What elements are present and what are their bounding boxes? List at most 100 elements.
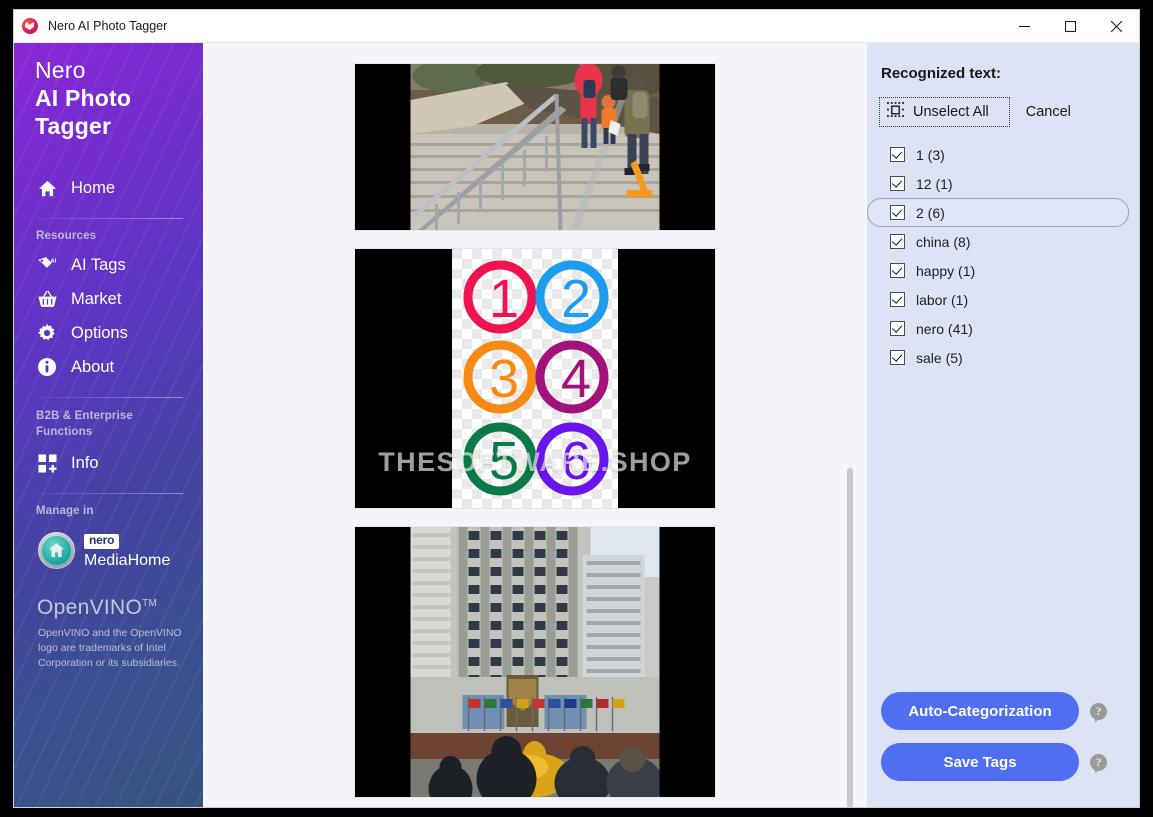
openvino-tm: TM (142, 598, 157, 609)
tag-row[interactable]: 1 (3) (867, 140, 1129, 169)
tag-checkbox[interactable] (890, 263, 905, 278)
sidebar-item-label: Options (71, 324, 128, 343)
gear-icon (36, 322, 58, 344)
content-scrollbar[interactable] (844, 43, 856, 807)
info-icon (36, 356, 58, 378)
tag-checkbox[interactable] (890, 205, 905, 220)
tag-label: nero (41) (916, 321, 973, 337)
screen: Nero AI Photo Tagger Nero AI Photo Tagge… (0, 0, 1153, 817)
sidebar: Nero AI Photo Tagger Home Resources (14, 43, 203, 807)
mediahome-link[interactable]: nero MediaHome (14, 523, 203, 570)
auto-categorization-button[interactable]: Auto-Categorization (881, 692, 1079, 730)
svg-text:3: 3 (489, 349, 519, 409)
unselect-all-button[interactable]: Unselect All (879, 97, 1010, 127)
unselect-all-label: Unselect All (913, 104, 989, 120)
brand-line-1: Nero (35, 56, 203, 84)
tag-label: 1 (3) (916, 147, 945, 163)
panel-actions: Unselect All Cancel (867, 82, 1139, 127)
sidebar-item-label: Home (71, 179, 115, 198)
mediahome-logo-icon (38, 532, 75, 569)
panel-footer: Auto-Categorization ? Save Tags ? (867, 692, 1139, 794)
tag-row[interactable]: labor (1) (867, 285, 1129, 314)
help-icon[interactable]: ? (1090, 703, 1107, 720)
auto-categorization-row: Auto-Categorization ? (881, 692, 1139, 730)
title-bar: Nero AI Photo Tagger (14, 10, 1139, 43)
sidebar-item-label: AI Tags (71, 256, 126, 275)
tag-row[interactable]: sale (5) (867, 343, 1129, 372)
photo-canvas[interactable]: 1 2 3 4 5 6 (203, 43, 867, 807)
openvino-wordmark: OpenVINO (37, 596, 142, 619)
sidebar-item-info[interactable]: Info (14, 446, 203, 480)
tag-checkbox[interactable] (890, 234, 905, 249)
photo-numbered-circles[interactable]: 1 2 3 4 5 6 (355, 249, 715, 508)
nero-logo-icon (22, 18, 38, 34)
brand-line-2: AI Photo (35, 84, 203, 112)
maximize-icon[interactable] (1047, 10, 1093, 42)
svg-text:1: 1 (489, 269, 519, 329)
brand-line-3: Tagger (35, 112, 203, 140)
save-tags-button[interactable]: Save Tags (881, 743, 1079, 781)
sidebar-heading-resources: Resources (14, 230, 203, 248)
tag-list: 1 (3) 12 (1) 2 (6) china (8) happy (1) (867, 127, 1139, 372)
openvino-trademark-note: OpenVINO and the OpenVINO logo are trade… (37, 620, 203, 672)
sidebar-item-label: Info (71, 454, 99, 473)
svg-text:6: 6 (561, 431, 591, 491)
basket-icon (36, 288, 58, 310)
sidebar-item-about[interactable]: About (14, 350, 203, 384)
window-title: Nero AI Photo Tagger (48, 19, 167, 33)
tag-checkbox[interactable] (890, 350, 905, 365)
tag-ai-icon: AI (36, 254, 58, 276)
tag-row[interactable]: 12 (1) (867, 169, 1129, 198)
tag-label: china (8) (916, 234, 970, 250)
tag-row[interactable]: china (8) (867, 227, 1129, 256)
openvino-block: OpenVINOTM OpenVINO and the OpenVINO log… (14, 570, 203, 672)
mediahome-brand: nero (84, 534, 119, 548)
sidebar-divider-2 (35, 397, 183, 398)
save-tags-row: Save Tags ? (881, 743, 1139, 781)
panel-title: Recognized text: (867, 43, 1139, 82)
mediahome-name: MediaHome (84, 552, 170, 570)
help-icon[interactable]: ? (1090, 754, 1107, 771)
tag-row[interactable]: 2 (6) (867, 198, 1129, 227)
grid-plus-icon (36, 452, 58, 474)
window-body: Nero AI Photo Tagger Home Resources (14, 43, 1139, 807)
openvino-logo: OpenVINOTM (37, 596, 203, 620)
minimize-icon[interactable] (1001, 10, 1047, 42)
tag-label: 2 (6) (916, 205, 945, 221)
window-controls (1001, 10, 1139, 42)
tag-label: labor (1) (916, 292, 968, 308)
sidebar-item-label: Market (71, 290, 121, 309)
sidebar-divider-3 (35, 493, 183, 494)
tag-row[interactable]: happy (1) (867, 256, 1129, 285)
svg-text:4: 4 (561, 349, 591, 409)
tag-label: sale (5) (916, 350, 963, 366)
photo-stairs-people[interactable] (355, 64, 715, 230)
home-icon (36, 177, 58, 199)
sidebar-item-ai-tags[interactable]: AI AI Tags (14, 248, 203, 282)
selection-box-icon (887, 102, 904, 122)
svg-text:5: 5 (489, 431, 519, 491)
photo-list: 1 2 3 4 5 6 (203, 43, 867, 797)
tag-label: 12 (1) (916, 176, 953, 192)
tag-checkbox[interactable] (890, 147, 905, 162)
sidebar-item-label: About (71, 358, 114, 377)
sidebar-divider-1 (35, 218, 183, 219)
photo-rockefeller-center[interactable] (355, 527, 715, 797)
sidebar-item-options[interactable]: Options (14, 316, 203, 350)
tag-row[interactable]: nero (41) (867, 314, 1129, 343)
close-icon[interactable] (1093, 10, 1139, 42)
brand-title: Nero AI Photo Tagger (14, 43, 203, 140)
sidebar-heading-manage: Manage in (14, 505, 203, 523)
cancel-button[interactable]: Cancel (1026, 104, 1071, 120)
tag-checkbox[interactable] (890, 321, 905, 336)
tag-checkbox[interactable] (890, 176, 905, 191)
app-window: Nero AI Photo Tagger Nero AI Photo Tagge… (14, 10, 1139, 807)
sidebar-item-market[interactable]: Market (14, 282, 203, 316)
scrollbar-thumb[interactable] (847, 468, 853, 807)
sidebar-heading-b2b: B2B & Enterprise Functions (14, 409, 203, 446)
recognized-text-panel: Recognized text: (867, 43, 1139, 807)
tag-checkbox[interactable] (890, 292, 905, 307)
sidebar-item-home[interactable]: Home (14, 171, 203, 205)
tag-label: happy (1) (916, 263, 975, 279)
svg-text:2: 2 (561, 269, 591, 329)
